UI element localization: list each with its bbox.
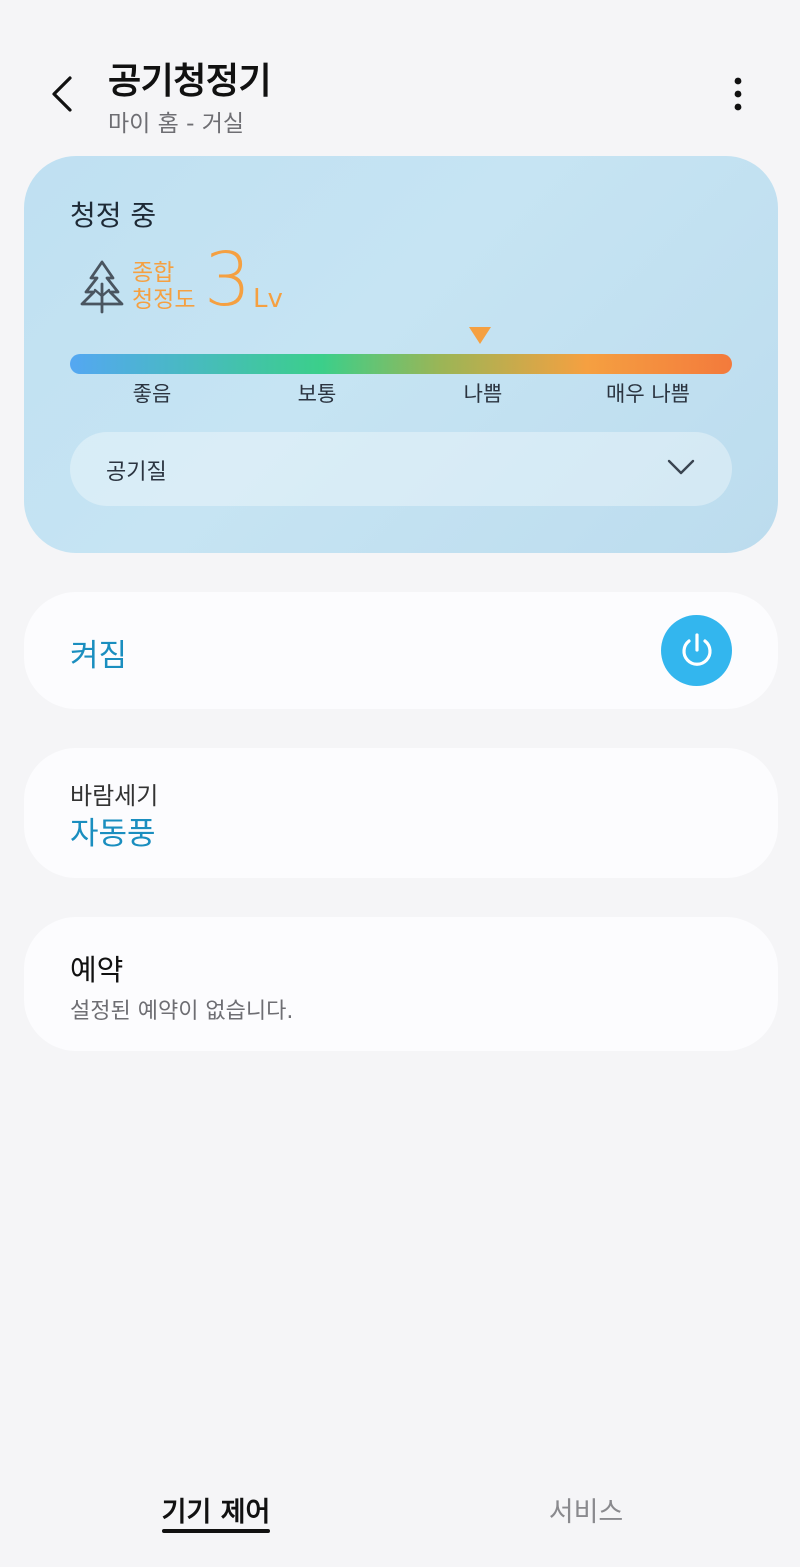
scale-label-good: 좋음: [132, 382, 172, 406]
active-tab-indicator: [162, 1529, 270, 1533]
air-quality-label-line2: 청정도: [132, 287, 196, 313]
scale-label-moderate: 보통: [297, 382, 337, 406]
tab-device-control[interactable]: 기기 제어: [162, 1490, 271, 1529]
header: 공기청정기 마이 홈 - 거실: [0, 0, 800, 150]
power-button[interactable]: [661, 615, 732, 686]
air-quality-gradient-bar: [70, 354, 732, 374]
more-options-button[interactable]: [716, 70, 760, 118]
wind-strength-card[interactable]: 바람세기 자동풍: [24, 748, 778, 878]
air-quality-dropdown-label: 공기질: [106, 460, 167, 485]
air-quality-level-unit: Lv: [253, 284, 283, 314]
air-quality-marker: [469, 327, 492, 344]
page-title: 공기청정기: [108, 61, 272, 102]
schedule-card[interactable]: 예약 설정된 예약이 없습니다.: [24, 917, 778, 1051]
tree-icon: [80, 260, 124, 314]
chevron-left-icon: [52, 76, 72, 112]
scale-label-bad: 나쁨: [463, 382, 503, 406]
device-control-page: 공기청정기 마이 홈 - 거실 청정 중 종합 청정도 3 Lv 좋음 보통 나…: [0, 0, 800, 1567]
power-card: 켜짐: [24, 592, 778, 709]
more-vertical-icon: [734, 77, 742, 111]
chevron-down-icon: [667, 459, 695, 475]
cleaning-status: 청정 중: [70, 199, 157, 232]
schedule-subtitle: 설정된 예약이 없습니다.: [70, 999, 294, 1024]
air-quality-dropdown[interactable]: 공기질: [70, 432, 732, 506]
power-icon: [681, 632, 712, 666]
back-button[interactable]: [40, 70, 84, 118]
tab-service[interactable]: 서비스: [549, 1490, 624, 1529]
air-quality-label: 종합 청정도: [132, 260, 195, 314]
page-subtitle: 마이 홈 - 거실: [108, 111, 245, 137]
wind-strength-label: 바람세기: [70, 782, 159, 810]
wind-strength-value: 자동풍: [70, 816, 156, 852]
scale-label-very-bad: 매우 나쁨: [606, 382, 690, 406]
air-quality-label-line1: 종합: [132, 260, 175, 286]
air-quality-card: 청정 중 종합 청정도 3 Lv 좋음 보통 나쁨 매우 나쁨 공기질: [24, 156, 778, 553]
air-quality-level-value: 3: [204, 237, 252, 323]
schedule-title: 예약: [70, 953, 124, 987]
power-status-label: 켜짐: [70, 638, 128, 674]
